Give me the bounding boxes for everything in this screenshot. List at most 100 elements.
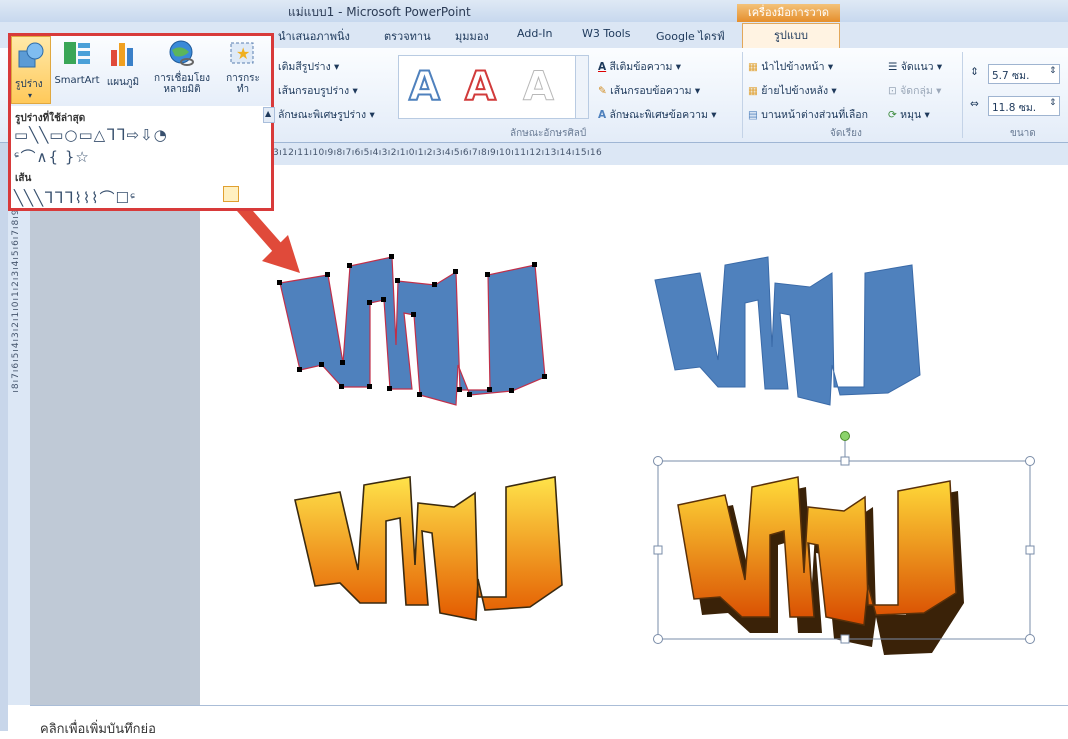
chart-label: แผนภูมิ bbox=[106, 77, 140, 88]
freeform-shape-highlight[interactable] bbox=[223, 186, 239, 202]
text-effects-label: ลักษณะพิเศษข้อความ ▾ bbox=[609, 109, 717, 121]
smartart-icon bbox=[64, 42, 90, 64]
recent-shapes-heading: รูปร่างที่ใช้ล่าสุด bbox=[15, 113, 86, 124]
wordart-style-outline-red[interactable]: A bbox=[464, 63, 497, 111]
horizontal-ruler[interactable]: ı13ı12ı11ı10ı9ı8ı7ı6ı5ı4ı3ı2ı1ı0ı1ı2ı3ı4… bbox=[258, 143, 1068, 166]
action-button[interactable]: ★ การกระทำ bbox=[221, 40, 265, 95]
dropdown-arrow-icon: ▾ bbox=[28, 91, 33, 100]
group-button[interactable]: ⊡ จัดกลุ่ม ▾ bbox=[888, 82, 941, 99]
spin-arrows-icon[interactable]: ⇕ bbox=[1049, 98, 1057, 108]
text-outline-button[interactable]: ✎ เส้นกรอบข้อความ ▾ bbox=[598, 82, 700, 99]
ribbon-separator bbox=[962, 52, 963, 138]
resize-handle[interactable] bbox=[1025, 634, 1035, 644]
shape-outline-button[interactable]: เส้นกรอบรูปร่าง ▾ bbox=[278, 82, 358, 99]
rotate-button[interactable]: ⟳ หมุน ▾ bbox=[888, 106, 930, 123]
bring-forward-icon: ▦ bbox=[748, 61, 758, 73]
text-effects-button[interactable]: A ลักษณะพิเศษข้อความ ▾ bbox=[598, 106, 717, 123]
resize-handle[interactable] bbox=[1025, 456, 1035, 466]
smartart-label: SmartArt bbox=[54, 75, 100, 86]
horizontal-ruler-ticks: ı13ı12ı11ı10ı9ı8ı7ı6ı5ı4ı3ı2ı1ı0ı1ı2ı3ı4… bbox=[264, 148, 603, 158]
shapes-panel-scroll-up[interactable]: ▲ bbox=[263, 107, 275, 123]
tab-w3tools[interactable]: W3 Tools bbox=[582, 27, 630, 40]
bring-forward-label: นำไปข้างหน้า ▾ bbox=[761, 61, 834, 73]
selection-pane-button[interactable]: ▤ บานหน้าต่างส่วนที่เลือก bbox=[748, 106, 868, 123]
shape-width-value: 11.8 ซม. bbox=[992, 102, 1037, 114]
ribbon-separator bbox=[742, 52, 743, 138]
send-backward-button[interactable]: ▦ ย้ายไปข้างหลัง ▾ bbox=[748, 82, 837, 99]
tab-format[interactable]: รูปแบบ bbox=[742, 23, 840, 49]
send-backward-label: ย้ายไปข้างหลัง ▾ bbox=[761, 85, 837, 97]
shape-width-spinner[interactable]: 11.8 ซม. ⇕ bbox=[988, 96, 1060, 116]
selection-pane-label: บานหน้าต่างส่วนที่เลือก bbox=[761, 109, 868, 121]
group-icon: ⊡ bbox=[888, 85, 897, 97]
recent-shapes-row-2[interactable]: ᶝ⌒∧{ }☆ bbox=[14, 146, 90, 167]
hyperlink-label: การเชื่อมโยงหลายมิติ bbox=[154, 73, 210, 95]
recent-shapes-row-1[interactable]: ▭╲╲▭○▭△ᒣᒣ⇨⇩◔ bbox=[14, 126, 168, 144]
wordart-gold-3d[interactable] bbox=[653, 431, 1035, 656]
bring-forward-button[interactable]: ▦ นำไปข้างหน้า ▾ bbox=[748, 58, 833, 75]
tab-slideshow[interactable]: นำเสนอภาพนิ่ง bbox=[278, 27, 350, 45]
rotate-icon: ⟳ bbox=[888, 109, 897, 121]
resize-handle[interactable] bbox=[653, 456, 663, 466]
resize-handle[interactable] bbox=[1025, 545, 1035, 555]
text-outline-label: เส้นกรอบข้อความ ▾ bbox=[610, 85, 701, 97]
width-icon: ⇔ bbox=[970, 98, 979, 110]
svg-text:★: ★ bbox=[236, 44, 250, 63]
notes-placeholder: คลิกเพื่อเพิ่มบันทึกย่อ bbox=[40, 722, 156, 737]
wordart-gallery-scroll[interactable] bbox=[575, 55, 589, 119]
scroll-up-icon: ▲ bbox=[265, 109, 272, 118]
chart-button[interactable]: แผนภูมิ bbox=[103, 40, 143, 90]
selection-pane-icon: ▤ bbox=[748, 109, 758, 121]
tab-google-drive[interactable]: Google ไดรฟ์ bbox=[656, 27, 725, 45]
wordart-style-gallery[interactable]: A A A bbox=[398, 55, 576, 119]
spin-arrows-icon[interactable]: ⇕ bbox=[1049, 66, 1057, 76]
wordart-style-outline-blue[interactable]: A bbox=[408, 63, 441, 111]
size-group-label: ขนาด bbox=[1010, 128, 1036, 139]
shapes-label: รูปร่าง bbox=[15, 79, 43, 90]
wordart-blue-edit-points[interactable] bbox=[277, 254, 547, 406]
resize-handle[interactable] bbox=[653, 545, 663, 555]
text-fill-icon: A bbox=[598, 61, 607, 73]
shapes-icon bbox=[18, 42, 44, 68]
arrange-group-label: จัดเรียง bbox=[830, 128, 862, 139]
smartart-button[interactable]: SmartArt bbox=[53, 40, 101, 86]
window-title: แม่แบบ1 - Microsoft PowerPoint bbox=[288, 5, 471, 19]
drawing-tools-context-header: เครื่องมือการวาด bbox=[737, 4, 840, 22]
shapes-button[interactable]: รูปร่าง ▾ bbox=[11, 36, 51, 104]
resize-handle[interactable] bbox=[653, 634, 663, 644]
send-backward-icon: ▦ bbox=[748, 85, 758, 97]
wordart-group-label: ลักษณะอักษรศิลป์ bbox=[510, 128, 587, 139]
align-icon: ☰ bbox=[888, 61, 898, 73]
hyperlink-button[interactable]: การเชื่อมโยงหลายมิติ bbox=[151, 40, 213, 95]
text-fill-label: สีเติมข้อความ ▾ bbox=[609, 61, 682, 73]
slide-canvas[interactable] bbox=[200, 165, 1068, 705]
action-icon: ★ bbox=[230, 42, 254, 64]
resize-handle[interactable] bbox=[840, 456, 850, 466]
chart-icon bbox=[111, 43, 133, 66]
slide-pane-background bbox=[30, 165, 200, 705]
vertical-ruler[interactable]: ı8ı7ı6ı5ı4ı3ı2ı1ı0ı1ı2ı3ı4ı5ı6ı7ı8ı9ı bbox=[8, 165, 31, 705]
shapes-dropdown-panel[interactable]: รูปร่าง ▾ SmartArt แผนภูมิ การเชื่อมโยงห… bbox=[8, 33, 274, 211]
rotate-label: หมุน ▾ bbox=[900, 109, 930, 121]
text-outline-icon: ✎ bbox=[598, 85, 607, 97]
lines-row[interactable]: ╲╲╲ᒣᒣᒣ⌇⌇⌇⌒☐ᶝ bbox=[14, 187, 137, 208]
shape-effects-button[interactable]: ลักษณะพิเศษรูปร่าง ▾ bbox=[278, 106, 375, 123]
shape-height-value: 5.7 ซม. bbox=[992, 70, 1030, 82]
align-label: จัดแนว ▾ bbox=[900, 61, 943, 73]
shape-height-spinner[interactable]: 5.7 ซม. ⇕ bbox=[988, 64, 1060, 84]
rotation-handle[interactable] bbox=[840, 431, 850, 441]
vertical-ruler-ticks: ı8ı7ı6ı5ı4ı3ı2ı1ı0ı1ı2ı3ı4ı5ı6ı7ı8ı9ı bbox=[11, 205, 21, 393]
tab-view[interactable]: มุมมอง bbox=[455, 27, 489, 45]
shape-fill-button[interactable]: เติมสีรูปร่าง ▾ bbox=[278, 58, 339, 75]
notes-pane[interactable]: คลิกเพื่อเพิ่มบันทึกย่อ bbox=[30, 705, 1068, 737]
tab-addin[interactable]: Add-In bbox=[517, 27, 552, 40]
text-effects-icon: A bbox=[598, 109, 607, 121]
text-fill-button[interactable]: A สีเติมข้อความ ▾ bbox=[598, 58, 681, 75]
resize-handle[interactable] bbox=[840, 634, 850, 644]
action-label: การกระทำ bbox=[226, 73, 260, 95]
align-button[interactable]: ☰ จัดแนว ▾ bbox=[888, 58, 942, 75]
height-icon: ⇕ bbox=[970, 66, 979, 78]
slide-graphics bbox=[232, 197, 1035, 656]
wordart-style-outline-gray[interactable]: A bbox=[523, 64, 555, 111]
tab-review[interactable]: ตรวจทาน bbox=[384, 27, 431, 45]
